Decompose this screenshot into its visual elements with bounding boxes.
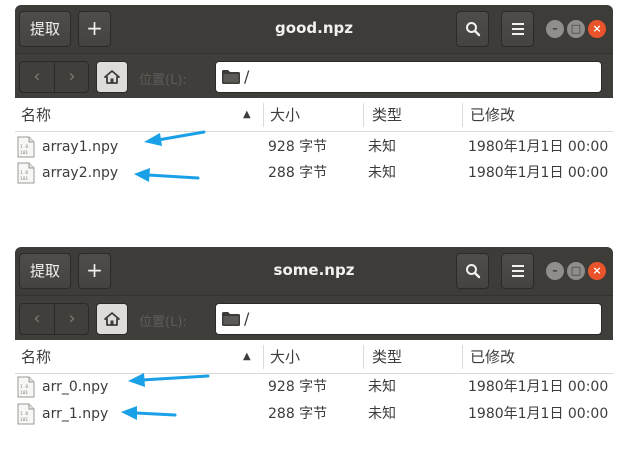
annotation-arrows	[121, 130, 210, 420]
annotation-arrow	[128, 373, 210, 387]
annotation-arrow	[134, 168, 200, 182]
annotation-arrow	[121, 406, 177, 420]
annotation-arrow	[144, 130, 206, 146]
